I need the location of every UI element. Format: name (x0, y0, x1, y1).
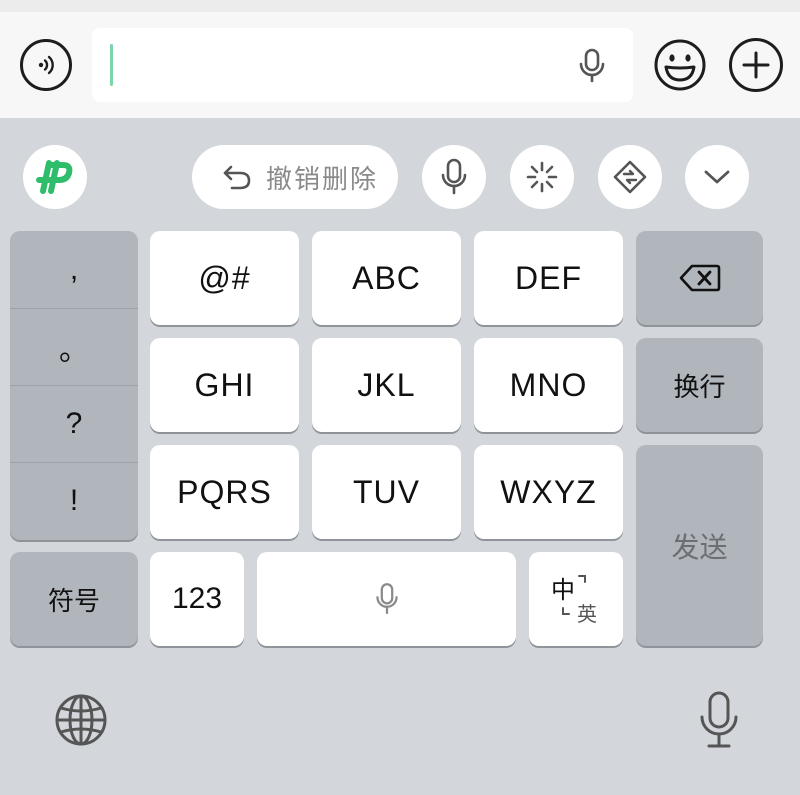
collapse-keyboard-button[interactable] (685, 145, 749, 209)
key-label: PQRS (177, 473, 272, 510)
punct-key-question[interactable]: ? (10, 385, 138, 462)
key-label: ABC (352, 259, 421, 296)
symbols-label: 符号 (47, 586, 100, 617)
text-caret (110, 44, 113, 86)
punct-key-exclamation[interactable]: ! (10, 462, 138, 539)
message-input[interactable] (92, 28, 633, 102)
key-symbols-at[interactable]: @# (150, 231, 299, 325)
emoji-button[interactable] (653, 38, 707, 92)
key-pqrs[interactable]: PQRS (150, 445, 299, 539)
globe-icon[interactable] (54, 693, 108, 747)
numbers-key[interactable]: 123 (150, 552, 244, 646)
chat-input-bar (0, 12, 800, 118)
space-key[interactable] (257, 552, 516, 646)
microphone-icon (375, 583, 398, 614)
sparkle-button[interactable] (510, 145, 574, 209)
voice-message-button[interactable] (20, 39, 72, 91)
backspace-icon (679, 264, 720, 292)
undo-delete-label: 撤销删除 (266, 164, 379, 195)
switch-keyboard-button[interactable] (598, 145, 662, 209)
emoji-icon (654, 39, 706, 91)
punctuation-column: , 。 ? ! (10, 231, 138, 540)
voice-input-button[interactable] (422, 145, 486, 209)
key-jkl[interactable]: JKL (312, 338, 461, 432)
keyboard: 撤销删除 , 。 ? ! @# ABC DEF GHI JKL MNO 换行 P… (0, 118, 800, 795)
key-label: WXYZ (500, 473, 597, 510)
key-label: DEF (515, 259, 582, 296)
microphone-icon (441, 158, 467, 195)
send-key[interactable]: 发送 (636, 445, 763, 646)
punct-key-comma[interactable]: , (10, 231, 138, 308)
symbols-key[interactable]: 符号 (10, 552, 138, 646)
undo-delete-button[interactable]: 撤销删除 (192, 145, 398, 209)
more-actions-button[interactable] (729, 38, 783, 92)
newline-key[interactable]: 换行 (636, 338, 763, 432)
microphone-icon[interactable] (577, 48, 607, 84)
backspace-key[interactable] (636, 231, 763, 325)
newline-label: 换行 (673, 372, 726, 403)
key-label: GHI (194, 366, 255, 403)
key-abc[interactable]: ABC (312, 231, 461, 325)
status-strip (0, 0, 800, 12)
plus-icon (742, 51, 770, 79)
toggle-arrows-icon (562, 575, 586, 615)
numbers-label: 123 (171, 582, 223, 615)
voice-message-icon (38, 55, 54, 75)
key-def[interactable]: DEF (474, 231, 623, 325)
switch-keyboard-icon (613, 160, 647, 194)
key-wxyz[interactable]: WXYZ (474, 445, 623, 539)
chevron-down-icon (704, 170, 730, 184)
key-label: MNO (509, 366, 588, 403)
undo-icon (223, 165, 251, 190)
key-ghi[interactable]: GHI (150, 338, 299, 432)
key-label: TUV (353, 473, 420, 510)
ime-logo-icon (36, 160, 73, 194)
key-label: JKL (357, 366, 416, 403)
punct-key-period[interactable]: 。 (10, 308, 138, 385)
ime-logo-button[interactable] (23, 145, 87, 209)
sparkle-icon (526, 161, 558, 193)
language-toggle-key[interactable]: 中 英 (529, 552, 623, 646)
key-label: @# (198, 259, 251, 296)
key-mno[interactable]: MNO (474, 338, 623, 432)
key-tuv[interactable]: TUV (312, 445, 461, 539)
dictation-microphone-icon[interactable] (697, 690, 741, 750)
send-label: 发送 (671, 530, 728, 564)
